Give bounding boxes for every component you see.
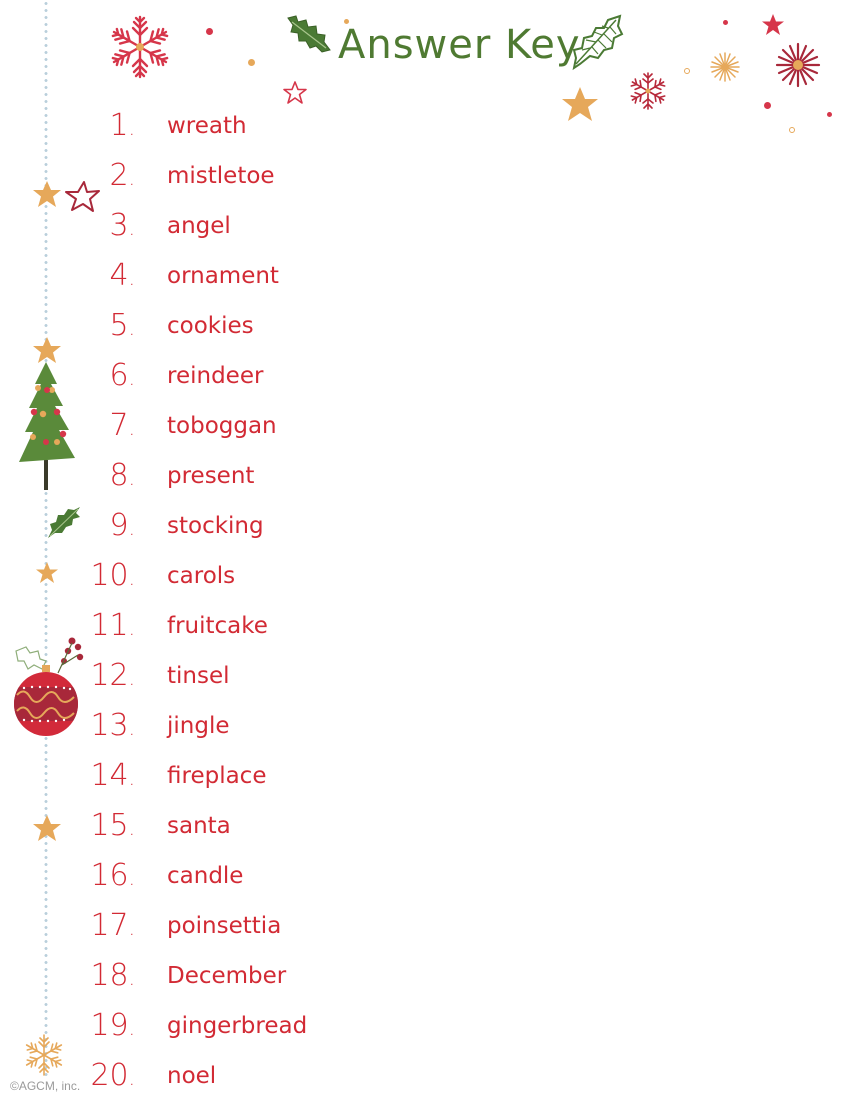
holly-leaf-icon — [287, 15, 331, 53]
answer-row: 3. angel — [0, 200, 500, 250]
answer-word: fireplace — [167, 763, 267, 789]
dot-decoration — [206, 28, 213, 35]
answer-number-value: 20 — [90, 1058, 129, 1093]
answer-number: 2. — [109, 158, 135, 193]
answer-row: 10. carols — [0, 550, 500, 600]
dot-decoration — [684, 68, 690, 74]
answer-word: cookies — [167, 313, 254, 339]
answer-word: toboggan — [167, 413, 277, 439]
answer-number-value: 18 — [90, 958, 129, 993]
answer-number: 10. — [90, 558, 135, 593]
star-icon — [762, 14, 784, 35]
answer-word: angel — [167, 213, 231, 239]
answer-number-value: 8 — [109, 458, 129, 493]
answer-number-value: 1 — [109, 108, 129, 143]
answer-row: 16. candle — [0, 850, 500, 900]
starburst-icon — [710, 52, 740, 82]
answer-number: 14. — [90, 758, 135, 793]
answer-number: 18. — [90, 958, 135, 993]
answer-number: 7. — [109, 408, 135, 443]
answer-row: 2. mistletoe — [0, 150, 500, 200]
answer-number-value: 9 — [109, 508, 129, 543]
snowflake-icon — [629, 72, 667, 110]
answer-word: fruitcake — [167, 613, 268, 639]
answer-number: 1. — [109, 108, 135, 143]
answer-number: 4. — [109, 258, 135, 293]
answer-number-value: 4 — [109, 258, 129, 293]
answer-number-value: 19 — [90, 1008, 129, 1043]
answer-row: 8. present — [0, 450, 500, 500]
answer-number-value: 15 — [90, 808, 129, 843]
answer-word: candle — [167, 863, 244, 889]
answer-row: 6. reindeer — [0, 350, 500, 400]
answer-number-value: 3 — [109, 208, 129, 243]
answer-row: 13. jingle — [0, 700, 500, 750]
answer-row: 12. tinsel — [0, 650, 500, 700]
answer-word: wreath — [167, 113, 247, 139]
answer-number-value: 5 — [109, 308, 129, 343]
answer-word: tinsel — [167, 663, 230, 689]
star-icon — [562, 87, 598, 121]
answer-row: 7. toboggan — [0, 400, 500, 450]
answer-number-value: 16 — [90, 858, 129, 893]
answer-row: 17. poinsettia — [0, 900, 500, 950]
answer-word: poinsettia — [167, 913, 282, 939]
answer-word: gingerbread — [167, 1013, 308, 1039]
answer-number: 17. — [90, 908, 135, 943]
answer-number: 9. — [109, 508, 135, 543]
starburst-icon — [775, 42, 821, 88]
answer-word: carols — [167, 563, 236, 589]
snowflake-icon — [109, 15, 171, 79]
answer-number-value: 10 — [90, 558, 129, 593]
dot-decoration — [248, 59, 255, 66]
answer-row: 11. fruitcake — [0, 600, 500, 650]
answer-number: 6. — [109, 358, 135, 393]
answer-number-value: 14 — [90, 758, 129, 793]
answer-row: 9. stocking — [0, 500, 500, 550]
answer-row: 5. cookies — [0, 300, 500, 350]
answer-number: 12. — [90, 658, 135, 693]
answer-word: santa — [167, 813, 231, 839]
answer-number: 13. — [90, 708, 135, 743]
answer-word: stocking — [167, 513, 264, 539]
answer-row: 20. noel — [0, 1050, 500, 1100]
answer-number: 19. — [90, 1008, 135, 1043]
answer-number-value: 2 — [109, 158, 129, 193]
answer-row: 19. gingerbread — [0, 1000, 500, 1050]
holly-leaf-icon — [572, 14, 624, 71]
answer-word: December — [167, 963, 287, 989]
answer-word: mistletoe — [167, 163, 275, 189]
answer-word: jingle — [167, 713, 230, 739]
dot-decoration — [827, 112, 832, 117]
answer-number-value: 12 — [90, 658, 129, 693]
answer-number: 3. — [109, 208, 135, 243]
answer-word: ornament — [167, 263, 279, 289]
dot-decoration — [789, 127, 795, 133]
answer-number-value: 17 — [90, 908, 129, 943]
answer-word: present — [167, 463, 255, 489]
answer-row: 18. December — [0, 950, 500, 1000]
answer-number-value: 7 — [109, 408, 129, 443]
answer-number: 15. — [90, 808, 135, 843]
answer-number: 20. — [90, 1058, 135, 1093]
answer-word: reindeer — [167, 363, 264, 389]
dot-decoration — [764, 102, 771, 109]
answer-number: 5. — [109, 308, 135, 343]
dot-decoration — [723, 20, 728, 25]
answer-number: 8. — [109, 458, 135, 493]
answer-number: 11. — [90, 608, 135, 643]
answer-number: 16. — [90, 858, 135, 893]
page-title: Answer Key — [338, 22, 581, 68]
answer-number-value: 6 — [109, 358, 129, 393]
answer-row: 14. fireplace — [0, 750, 500, 800]
answer-word: noel — [167, 1063, 217, 1089]
answer-row: 15. santa — [0, 800, 500, 850]
answer-number-value: 11 — [90, 608, 129, 643]
answer-row: 1. wreath — [0, 100, 500, 150]
answer-number-value: 13 — [90, 708, 129, 743]
answer-row: 4. ornament — [0, 250, 500, 300]
